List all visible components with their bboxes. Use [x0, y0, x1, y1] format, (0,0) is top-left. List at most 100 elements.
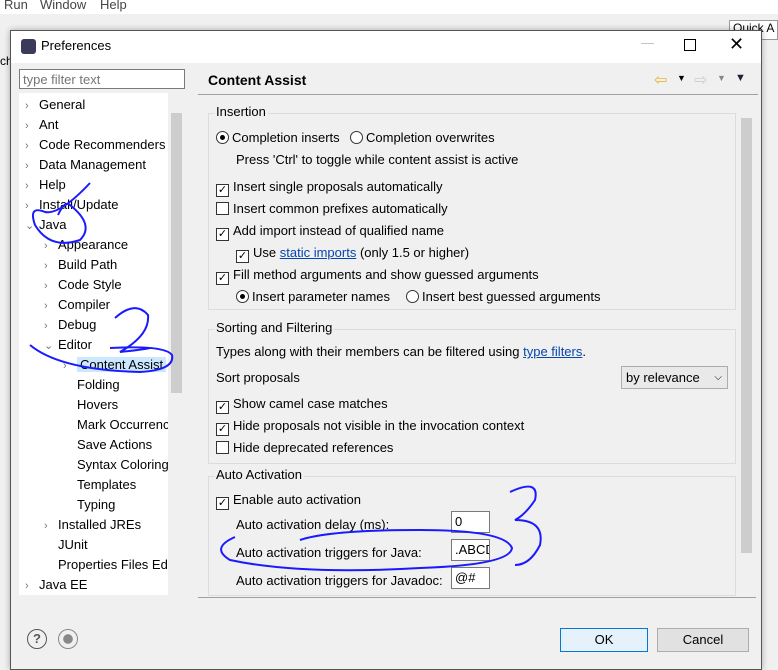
tree-item[interactable]: › Appearance: [44, 235, 128, 255]
back-arrow-icon[interactable]: ⇦: [654, 70, 667, 90]
cancel-button[interactable]: Cancel: [657, 628, 749, 652]
delay-label: Auto activation delay (ms):: [236, 517, 390, 532]
tree-item[interactable]: › General: [25, 95, 85, 115]
tree-item-label: Compiler: [58, 297, 111, 312]
chevron-right-icon[interactable]: ›: [44, 296, 58, 316]
tree-item[interactable]: ⌄ Editor: [44, 335, 92, 355]
import-export-icon[interactable]: [58, 629, 78, 649]
tree-item-label: Data Management: [39, 157, 146, 172]
chevron-right-icon[interactable]: ›: [63, 356, 77, 376]
tree-item[interactable]: › Content Assist: [63, 355, 167, 376]
tree-item[interactable]: Save Actions: [63, 435, 152, 455]
page-title: Content Assist: [208, 72, 307, 88]
insert-single-checkbox[interactable]: ✓: [216, 184, 229, 197]
use-static-imports-checkbox[interactable]: ✓: [236, 250, 249, 263]
tree-item[interactable]: › Ant: [25, 115, 59, 135]
chevron-right-icon[interactable]: ›: [25, 576, 39, 595]
insert-common-label: Insert common prefixes automatically: [233, 201, 448, 216]
tree-item[interactable]: › Help: [25, 175, 66, 195]
content-scroll-thumb[interactable]: [741, 118, 752, 553]
chevron-right-icon[interactable]: ›: [25, 96, 39, 116]
chevron-right-icon[interactable]: ›: [44, 276, 58, 296]
preferences-dialog: Preferences — ✕ ›General›Ant›Code Recomm…: [10, 30, 762, 670]
insert-best-guessed-label: Insert best guessed arguments: [422, 289, 601, 304]
chevron-down-icon[interactable]: ⌄: [25, 216, 39, 236]
tree-item[interactable]: › Code Recommenders: [25, 135, 165, 155]
tree-item[interactable]: Typing: [63, 495, 115, 515]
tree-item[interactable]: › Install/Update: [25, 195, 119, 215]
completion-inserts-radio[interactable]: [216, 131, 229, 144]
tree-item-label: Content Assist: [77, 357, 167, 372]
tree-item[interactable]: Templates: [63, 475, 136, 495]
insert-common-checkbox[interactable]: [216, 202, 229, 215]
tree-item[interactable]: › Debug: [44, 315, 96, 335]
tree-item[interactable]: › Data Management: [25, 155, 146, 175]
tree-item[interactable]: Folding: [63, 375, 120, 395]
tree-scroll-thumb[interactable]: [171, 113, 182, 393]
add-import-checkbox[interactable]: ✓: [216, 228, 229, 241]
minimize-icon[interactable]: —: [641, 35, 654, 50]
menu-window[interactable]: Window: [40, 0, 86, 12]
java-triggers-input[interactable]: .ABCDEFGHIJKLMNOPQRSTUVWXYZabcdefghijklm…: [451, 539, 490, 561]
dialog-title: Preferences: [41, 38, 112, 53]
tree-item-label: Appearance: [58, 237, 129, 252]
tree-item-label: Syntax Coloring: [77, 457, 169, 472]
tree-item[interactable]: Mark Occurrences: [63, 415, 183, 435]
chevron-right-icon[interactable]: ›: [25, 156, 39, 176]
chevron-down-icon[interactable]: ⌄: [44, 336, 58, 356]
menu-help[interactable]: Help: [100, 0, 127, 12]
hide-deprecated-checkbox[interactable]: [216, 441, 229, 454]
chevron-right-icon[interactable]: ›: [44, 316, 58, 336]
insert-param-names-label: Insert parameter names: [252, 289, 391, 304]
ok-button[interactable]: OK: [560, 628, 648, 652]
chevron-right-icon[interactable]: ›: [25, 136, 39, 156]
page-header: Content Assist ⇦ ▼ ⇨ ▼ ▼: [198, 65, 758, 95]
chevron-right-icon[interactable]: ›: [44, 256, 58, 276]
javadoc-triggers-input[interactable]: @#: [451, 567, 490, 589]
tree-item[interactable]: JUnit: [44, 535, 88, 555]
chevron-right-icon[interactable]: ›: [44, 236, 58, 256]
tree-item[interactable]: Syntax Coloring: [63, 455, 169, 475]
chevron-right-icon[interactable]: ›: [44, 516, 58, 536]
content-scrollbar[interactable]: [738, 98, 755, 588]
help-icon[interactable]: ?: [27, 629, 47, 649]
menu-run[interactable]: Run: [4, 0, 28, 12]
type-filters-link[interactable]: type filters: [523, 344, 582, 359]
tree-scrollbar[interactable]: [168, 93, 185, 595]
chevron-right-icon[interactable]: ›: [25, 176, 39, 196]
tree-item[interactable]: › Code Style: [44, 275, 122, 295]
completion-overwrites-radio[interactable]: [350, 131, 363, 144]
javadoc-triggers-label: Auto activation triggers for Javadoc:: [236, 573, 443, 588]
tree-item[interactable]: › Java EE: [25, 575, 87, 595]
tree-item[interactable]: › Installed JREs: [44, 515, 141, 535]
chevron-right-icon[interactable]: ›: [25, 196, 39, 216]
tree-item-label: Properties Files Editor: [58, 557, 185, 572]
view-menu-icon[interactable]: ▼: [735, 72, 746, 84]
delay-input[interactable]: 0: [451, 511, 490, 533]
fill-args-checkbox[interactable]: ✓: [216, 272, 229, 285]
chevron-right-icon[interactable]: ›: [25, 116, 39, 136]
filter-input[interactable]: [19, 69, 185, 89]
tree-item[interactable]: › Build Path: [44, 255, 117, 275]
forward-arrow-icon[interactable]: ⇨: [694, 70, 707, 90]
close-icon[interactable]: ✕: [729, 34, 744, 55]
tree-item[interactable]: Hovers: [63, 395, 118, 415]
tree-item[interactable]: Properties Files Editor: [44, 555, 185, 575]
back-menu-icon[interactable]: ▼: [677, 73, 686, 83]
tree-item-label: Code Style: [58, 277, 122, 292]
static-imports-link[interactable]: static imports: [280, 245, 357, 260]
tree-item[interactable]: ⌄ Java: [25, 215, 66, 235]
sort-proposals-select[interactable]: by relevance ⌵: [621, 366, 728, 389]
insert-param-names-radio[interactable]: [236, 290, 249, 303]
camel-case-checkbox[interactable]: ✓: [216, 401, 229, 414]
tree-item-label: Debug: [58, 317, 97, 332]
hide-not-visible-checkbox[interactable]: ✓: [216, 423, 229, 436]
enable-auto-activation-checkbox[interactable]: ✓: [216, 497, 229, 510]
maximize-icon[interactable]: [684, 39, 696, 51]
camel-label: Show camel case matches: [233, 396, 388, 411]
forward-menu-icon[interactable]: ▼: [717, 73, 726, 83]
insert-best-guessed-radio[interactable]: [406, 290, 419, 303]
tree-item-label: Help: [39, 177, 66, 192]
tree-item[interactable]: › Compiler: [44, 295, 110, 315]
tree-item-label: Save Actions: [77, 437, 153, 452]
